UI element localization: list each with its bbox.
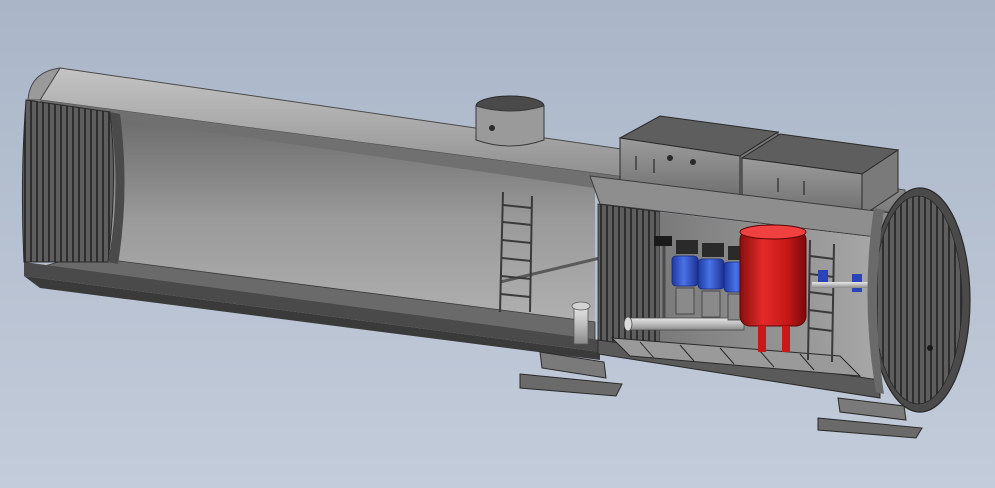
end-cap-rear [21,99,125,264]
cad-viewport [0,0,995,488]
manhole-neck [475,95,545,147]
elbow-pipe [571,301,591,345]
